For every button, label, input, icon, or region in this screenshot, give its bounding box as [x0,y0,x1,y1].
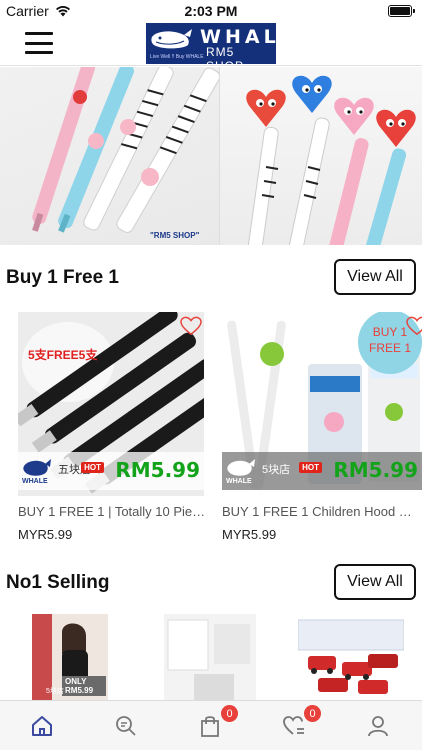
profile-icon [368,716,388,737]
product-name: BUY 1 FREE 1 Children Hood Chopsticks... [222,504,412,519]
heart-pens-illustration [246,75,416,245]
hamburger-menu-icon[interactable] [25,32,53,54]
banner-image-pens: "RM5 SHOP" [0,67,219,245]
product-promo-text: 5支FREE5支 [28,348,98,362]
home-icon [32,716,52,736]
thumb-shop: 5块店 [46,688,64,695]
image-brand-text: WHALE [226,478,252,485]
view-all-button[interactable]: View All [334,564,416,600]
clock: 2:03 PM [184,3,238,19]
thumb-label: ONLY RM5.99 [62,676,106,696]
image-price-text: RM5.99 [333,458,418,482]
banner-image-heart-pens [219,67,422,245]
hot-badge: HOT [81,462,104,473]
pens-illustration [32,67,219,233]
product-name: BUY 1 FREE 1 | Totally 10 Pieces... [18,504,208,519]
image-shop-text: 5块店 [262,464,291,476]
promo-banner[interactable]: "RM5 SHOP" [0,67,422,245]
product-thumbnail[interactable]: ONLY RM5.99 5块店 [32,614,108,700]
product-image: BUY 1 FREE 1 WHALE 5块店 HOT RM5.99 [222,312,422,496]
section-title: Buy 1 Free 1 [6,267,119,288]
status-bar: Carrier 2:03 PM [0,0,422,22]
product-price: MYR5.99 [18,527,73,542]
tab-cart[interactable]: 0 [168,701,252,750]
favorite-heart-icon[interactable] [180,316,202,336]
section-header-no1selling: No1 Selling View All [0,562,422,606]
product-card[interactable]: BUY 1 FREE 1 WHALE 5块店 HOT RM5.99 BUY 1 … [222,312,422,542]
product-price: MYR5.99 [222,527,277,542]
whale-icon [151,29,192,49]
tab-wishlist[interactable]: 0 [252,701,336,750]
banner-caption: "RM5 SHOP" [150,231,200,240]
logo-subtitle: RM5 SHOP [206,45,243,64]
shopping-bag-icon [201,716,219,737]
section-header-buy1free1: Buy 1 Free 1 View All [0,257,422,301]
search-list-icon [116,716,136,736]
wishlist-count-badge: 0 [304,705,321,722]
image-price-text: RM5.99 [115,458,200,482]
section-title: No1 Selling [6,572,110,593]
bottom-tab-bar: 0 0 [0,700,422,750]
heart-list-icon [283,716,304,735]
room-photo [164,614,256,700]
favorite-heart-icon[interactable] [406,316,422,336]
battery-icon [388,5,415,17]
product-list-no1selling: ONLY RM5.99 5块店 [0,614,422,700]
product-image: 5支FREE5支 WHALE 五块店 HOT RM5.99 [18,312,204,496]
product-thumbnail[interactable] [164,614,256,700]
tab-profile[interactable] [336,701,420,750]
tab-search[interactable] [84,701,168,750]
toy-cars-photo [298,614,404,700]
tab-home[interactable] [0,701,84,750]
product-list-buy1free1: 5支FREE5支 WHALE 五块店 HOT RM5.99 BUY 1 FREE… [0,312,422,550]
image-price-strip: WHALE 五块店 HOT RM5.99 [18,452,204,490]
view-all-button[interactable]: View All [334,259,416,295]
hot-badge: HOT [299,462,322,473]
whale-logo[interactable]: WHALE RM5 SHOP Live Well !! Buy WHALE [146,23,276,64]
image-price-strip: WHALE 5块店 HOT RM5.99 [222,452,422,490]
navigation-bar: WHALE RM5 SHOP Live Well !! Buy WHALE [0,22,422,66]
logo-tagline: Live Well !! Buy WHALE [150,54,204,60]
cart-count-badge: 0 [221,705,238,722]
product-card[interactable]: 5支FREE5支 WHALE 五块店 HOT RM5.99 BUY 1 FREE… [18,312,208,542]
product-thumbnail[interactable] [298,614,404,700]
image-brand-text: WHALE [22,478,48,485]
